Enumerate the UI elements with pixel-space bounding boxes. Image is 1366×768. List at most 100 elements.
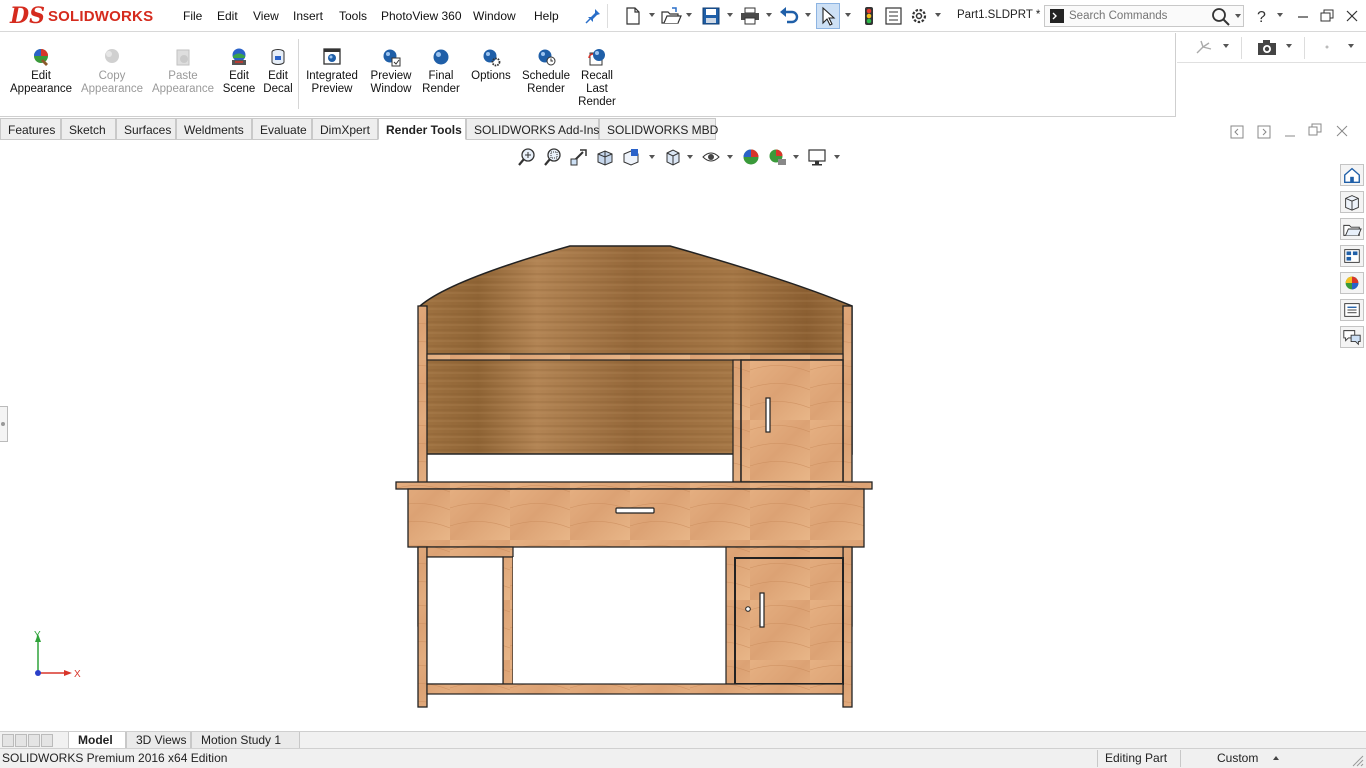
preview-window-button[interactable]: Preview Window <box>366 47 416 96</box>
tile-left-icon[interactable] <box>1230 125 1244 139</box>
tab-solidworks-mbd[interactable]: SOLIDWORKS MBD <box>599 118 718 140</box>
view-settings-caret[interactable] <box>834 155 840 159</box>
select-cursor-icon[interactable] <box>817 6 839 26</box>
save-dropdown-caret[interactable] <box>727 13 733 17</box>
scroll-next-icon[interactable] <box>28 734 40 747</box>
tab-render-tools[interactable]: Render Tools <box>378 118 466 140</box>
menu-window[interactable]: Window <box>473 9 516 23</box>
tab-3d-views[interactable]: 3D Views <box>126 732 191 749</box>
print-icon[interactable] <box>739 6 761 26</box>
menu-tools[interactable]: Tools <box>339 9 367 23</box>
apply-scene-caret[interactable] <box>793 155 799 159</box>
solidworks-forum-icon[interactable] <box>1340 326 1364 348</box>
solidworks-resources-home-icon[interactable] <box>1340 164 1364 186</box>
menu-insert[interactable]: Insert <box>293 9 323 23</box>
menu-edit[interactable]: Edit <box>217 9 238 23</box>
tab-sketch[interactable]: Sketch <box>61 118 116 140</box>
edit-appearance-button[interactable]: Edit Appearance <box>10 47 72 96</box>
search-input[interactable] <box>1069 8 1209 24</box>
print-dropdown-caret[interactable] <box>766 13 772 17</box>
scroll-first-icon[interactable] <box>2 734 14 747</box>
viewport-minimize-icon[interactable] <box>1283 125 1297 139</box>
camera-dropdown-caret[interactable] <box>1286 44 1292 48</box>
options-gear-icon[interactable] <box>908 6 930 26</box>
callout-dropdown-caret[interactable] <box>1223 44 1229 48</box>
zoom-to-area-icon[interactable] <box>543 147 563 167</box>
undo-icon[interactable] <box>778 6 800 26</box>
desk-hutch-model[interactable] <box>390 240 880 712</box>
tab-dimxpert[interactable]: DimXpert <box>312 118 378 140</box>
previous-view-icon[interactable] <box>569 147 589 167</box>
graphics-viewport[interactable]: Y X <box>0 140 1366 732</box>
tile-right-icon[interactable] <box>1257 125 1271 139</box>
close-window-icon[interactable] <box>1341 6 1363 26</box>
section-view-icon[interactable] <box>595 147 615 167</box>
view-orientation-caret[interactable] <box>649 155 655 159</box>
save-icon[interactable] <box>700 6 722 26</box>
design-library-icon[interactable] <box>1340 191 1364 213</box>
zoom-to-fit-icon[interactable] <box>517 147 537 167</box>
edit-decal-button[interactable]: Edit Decal <box>260 47 296 96</box>
help-dropdown-caret[interactable] <box>1277 13 1283 17</box>
tab-evaluate[interactable]: Evaluate <box>252 118 312 140</box>
schedule-render-button[interactable]: Schedule Render <box>518 47 574 96</box>
undo-dropdown-caret[interactable] <box>805 13 811 17</box>
resize-grip-icon[interactable] <box>1348 751 1364 767</box>
restore-window-icon[interactable] <box>1316 6 1338 26</box>
minimize-window-icon[interactable] <box>1292 6 1314 26</box>
appearances-scenes-decals-icon[interactable] <box>1340 272 1364 294</box>
open-folder-icon[interactable] <box>660 6 682 26</box>
right-tools-dropdown-caret[interactable] <box>1348 44 1354 48</box>
tab-features[interactable]: Features <box>0 118 61 140</box>
tab-weldments[interactable]: Weldments <box>176 118 252 140</box>
solidworks-logo[interactable]: DS SOLIDWORKS <box>10 1 155 31</box>
unit-system-up-icon[interactable] <box>1272 755 1280 761</box>
feature-tree-collapse-handle[interactable] <box>0 406 8 442</box>
search-icon[interactable] <box>1211 7 1231 27</box>
tab-surfaces[interactable]: Surfaces <box>116 118 176 140</box>
display-style-caret[interactable] <box>687 155 693 159</box>
final-render-button[interactable]: Final Render <box>420 47 462 96</box>
viewport-close-icon[interactable] <box>1335 124 1349 138</box>
paste-appearance-button[interactable]: Paste Appearance <box>151 47 215 96</box>
view-palette-icon[interactable] <box>1340 245 1364 267</box>
scroll-prev-icon[interactable] <box>15 734 27 747</box>
new-dropdown-caret[interactable] <box>649 13 655 17</box>
view-orientation-icon[interactable] <box>663 147 683 167</box>
copy-appearance-button[interactable]: Copy Appearance <box>80 47 144 96</box>
edit-scene-button[interactable]: Edit Scene <box>220 47 258 96</box>
integrated-preview-button[interactable]: Integrated Preview <box>302 47 362 96</box>
menu-photoview-360[interactable]: PhotoView 360 <box>381 9 462 23</box>
pin-menu-icon[interactable] <box>582 6 604 26</box>
view-settings-monitor-icon[interactable] <box>807 147 827 167</box>
apply-scene-icon[interactable] <box>767 147 787 167</box>
menu-file[interactable]: File <box>183 9 202 23</box>
search-commands-box[interactable] <box>1044 5 1244 27</box>
custom-properties-icon[interactable] <box>1340 299 1364 321</box>
unit-system-selector[interactable]: Custom <box>1217 751 1258 765</box>
select-dropdown-caret[interactable] <box>845 13 851 17</box>
tab-solidworks-add-ins[interactable]: SOLIDWORKS Add-Ins <box>466 118 599 140</box>
help-icon[interactable]: ? <box>1252 6 1274 26</box>
file-explorer-icon[interactable] <box>1340 218 1364 240</box>
edit-appearance-view-icon[interactable] <box>741 147 761 167</box>
open-dropdown-caret[interactable] <box>686 13 692 17</box>
tab-model[interactable]: Model <box>68 732 126 749</box>
hide-show-caret[interactable] <box>727 155 733 159</box>
new-document-icon[interactable] <box>622 6 644 26</box>
hide-show-items-icon[interactable] <box>701 147 721 167</box>
render-options-button[interactable]: Options <box>467 47 515 83</box>
dynamic-annotation-views-icon[interactable] <box>621 147 641 167</box>
search-dropdown-caret[interactable] <box>1235 14 1241 18</box>
viewport-restore-icon[interactable] <box>1308 123 1322 137</box>
rebuild-traffic-light-icon[interactable] <box>858 6 880 26</box>
menu-help[interactable]: Help <box>534 9 559 23</box>
menu-view[interactable]: View <box>253 9 279 23</box>
file-properties-icon[interactable] <box>883 6 905 26</box>
scroll-last-icon[interactable] <box>41 734 53 747</box>
camera-icon[interactable] <box>1256 37 1278 57</box>
recall-last-render-button[interactable]: Recall Last Render <box>576 47 618 109</box>
options-dropdown-caret[interactable] <box>935 13 941 17</box>
tab-motion-study-1[interactable]: Motion Study 1 <box>191 732 300 749</box>
appearance-callout-icon[interactable] <box>1193 37 1215 57</box>
